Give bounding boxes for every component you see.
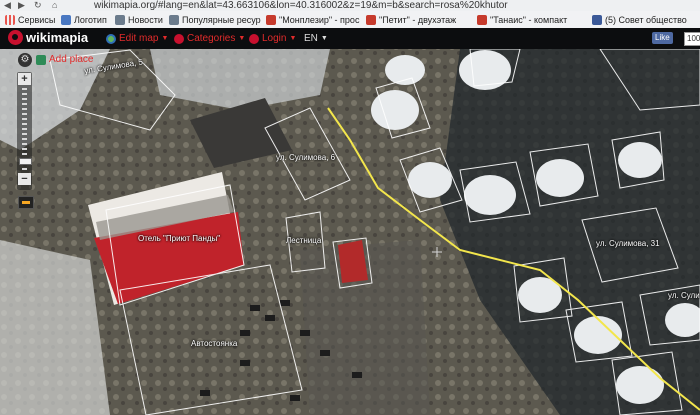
forward-icon[interactable]: ▶ [18,0,25,11]
categories-icon [174,33,184,44]
site-icon [366,14,376,25]
folder-icon [115,14,125,25]
reload-icon[interactable]: ↻ [34,0,42,11]
user-icon [249,33,259,44]
folder-icon [169,14,179,25]
bookmark-popular[interactable]: Популярные ресур [169,13,261,26]
chevron-down-icon: ▼ [238,35,246,42]
add-place-button[interactable]: Add place [36,52,93,67]
bookmark-monplezir[interactable]: "Монплезир" - прос [266,13,359,26]
chevron-down-icon: ▼ [320,35,328,42]
bookmark-news[interactable]: Новости [115,13,163,26]
home-icon[interactable]: ⌂ [52,0,57,11]
zoom-in-button[interactable]: + [18,73,31,85]
map-label[interactable]: ул. Сулимова, 31 [596,239,660,248]
globe-icon [106,33,116,44]
wikimapia-logo-icon [8,30,23,45]
bookmark-logo[interactable]: Логотип [61,13,107,26]
url-field[interactable]: wikimapia.org/#lang=en&lat=43.663106&lon… [94,0,508,11]
language-selector[interactable]: EN ▼ [304,32,328,45]
gear-icon[interactable]: ⚙ [18,53,32,67]
wikimapia-toolbar: wikimapia Edit map ▼ Categories ▼ Login … [0,28,700,49]
page-icon [61,14,71,25]
site-icon [266,14,276,25]
bookmarks-bar: Сервисы Логотип Новости Популярные ресур… [0,11,700,29]
satellite-map[interactable]: ул. Сулимова, 5 ул. Сулимова, 6 Отель "П… [0,49,700,415]
facebook-icon [592,14,602,25]
login-button[interactable]: Login ▼ [249,32,296,45]
add-place-icon [36,54,46,65]
back-icon[interactable]: ◀ [4,0,11,11]
bookmark-petit[interactable]: "Петит" - двухэтаж [366,13,456,26]
bookmark-tanais[interactable]: "Танаис" - компакт [477,13,567,26]
site-icon [477,14,487,25]
map-label[interactable]: ул. Сулимова, 6 [276,153,335,162]
categories-button[interactable]: Categories ▼ [174,32,245,45]
map-label[interactable]: Лестница [286,236,321,245]
map-label[interactable]: Автостоянка [191,339,237,348]
map-label[interactable]: Отель "Приют Панды" [138,234,220,243]
zoom-out-button[interactable]: − [18,173,31,185]
edit-map-button[interactable]: Edit map ▼ [106,32,168,45]
layers-icon[interactable] [18,196,34,209]
zoom-handle[interactable] [19,158,32,165]
bookmark-services[interactable]: Сервисы [5,13,55,26]
bookmark-facebook[interactable]: (5) Совет общество [592,13,687,26]
facebook-like-button[interactable]: Like [652,32,673,44]
wikimapia-logo[interactable]: wikimapia [8,30,88,45]
chevron-down-icon: ▼ [289,35,297,42]
chevron-down-icon: ▼ [161,35,169,42]
map-imagery [0,49,700,415]
apps-grid-icon [5,14,15,25]
map-label[interactable]: ул. Сулимо [668,291,700,300]
facebook-like-count: 100k [684,32,700,46]
